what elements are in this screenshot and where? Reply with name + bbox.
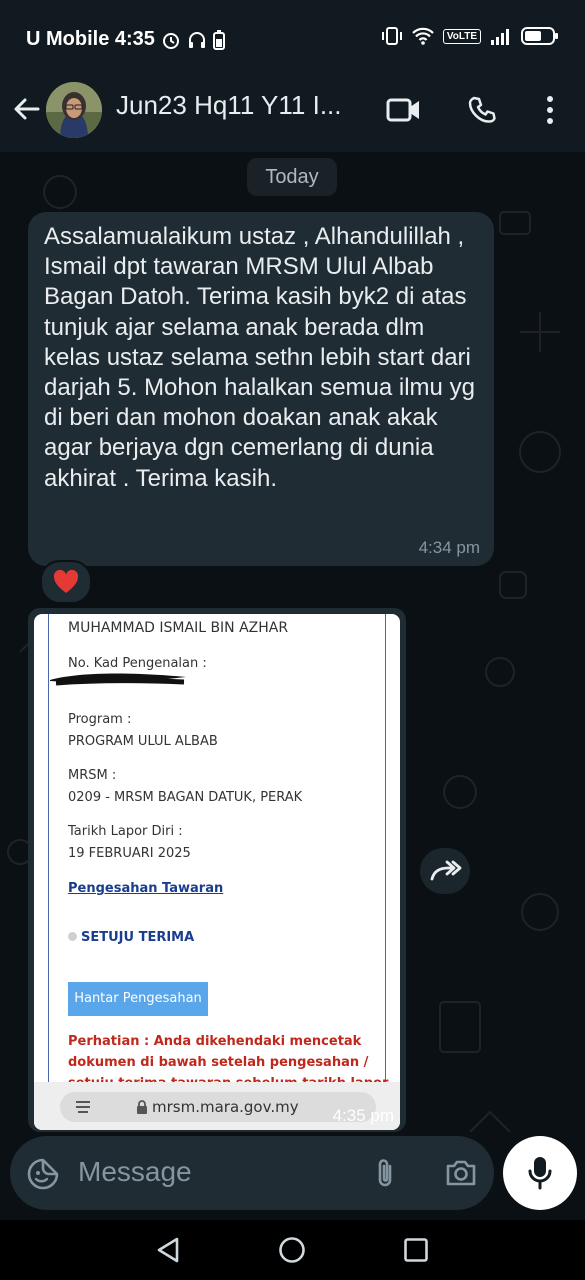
vibrate-icon bbox=[381, 27, 402, 45]
doc-agree-label: SETUJU TERIMA bbox=[81, 930, 195, 945]
incoming-message-bubble[interactable]: Assalamualaikum ustaz , Alhandulillah , … bbox=[28, 212, 494, 566]
nav-home-icon[interactable] bbox=[278, 1236, 306, 1264]
sticker-emoji-icon[interactable] bbox=[26, 1157, 60, 1191]
message-text: Assalamualaikum ustaz , Alhandulillah , … bbox=[44, 223, 475, 492]
microphone-icon bbox=[528, 1157, 552, 1190]
alarm-icon bbox=[162, 32, 179, 49]
status-left: U Mobile 4:35 bbox=[26, 28, 225, 51]
lock-icon bbox=[137, 1100, 147, 1114]
message-placeholder: Message bbox=[78, 1156, 192, 1187]
doc-mrsm-label: MRSM : bbox=[68, 768, 117, 783]
back-button[interactable] bbox=[10, 92, 44, 126]
headphones-icon bbox=[188, 31, 205, 48]
system-nav-bar bbox=[0, 1220, 585, 1280]
contact-avatar[interactable] bbox=[46, 82, 102, 138]
input-bar: Message bbox=[0, 1132, 585, 1220]
video-call-button[interactable] bbox=[384, 90, 424, 130]
wifi-icon bbox=[412, 27, 434, 45]
tabs-icon bbox=[76, 1101, 90, 1113]
doc-warning-2: dokumen di bawah setelah pengesahan / bbox=[68, 1055, 369, 1070]
message-time: 4:34 pm bbox=[418, 538, 480, 557]
radio-icon bbox=[68, 932, 77, 941]
doc-agree-option: SETUJU TERIMA bbox=[68, 930, 194, 945]
doc-date-label: Tarikh Lapor Diri : bbox=[68, 824, 183, 839]
doc-program-label: Program : bbox=[68, 712, 132, 727]
camera-icon[interactable] bbox=[444, 1158, 478, 1188]
nav-back-icon[interactable] bbox=[155, 1236, 181, 1264]
image-message-time: 4:35 pm bbox=[332, 1106, 394, 1125]
reaction-badge[interactable] bbox=[40, 560, 92, 604]
doc-confirm-link: Pengesahan Tawaran bbox=[68, 881, 224, 896]
shared-screenshot[interactable]: MUHAMMAD ISMAIL BIN AZHAR No. Kad Pengen… bbox=[34, 614, 400, 1130]
video-camera-icon bbox=[386, 98, 419, 122]
doc-name: MUHAMMAD ISMAIL BIN AZHAR bbox=[68, 620, 289, 636]
forward-icon bbox=[430, 860, 462, 881]
voice-message-button[interactable] bbox=[503, 1136, 577, 1210]
doc-warning-1: Perhatian : Anda dikehendaki mencetak bbox=[68, 1034, 362, 1049]
battery-icon bbox=[521, 27, 558, 45]
nav-recents-icon[interactable] bbox=[403, 1237, 429, 1263]
status-bar: U Mobile 4:35 VoLTE bbox=[0, 0, 585, 80]
date-chip: Today bbox=[247, 158, 337, 196]
doc-submit-button: Hantar Pengesahan bbox=[68, 982, 208, 1016]
more-vertical-icon bbox=[547, 96, 553, 124]
carrier-time: U Mobile 4:35 bbox=[26, 28, 155, 50]
forward-button[interactable] bbox=[420, 848, 470, 894]
voice-call-button[interactable] bbox=[462, 90, 502, 130]
back-arrow-icon bbox=[14, 98, 40, 120]
doc-program-value: PROGRAM ULUL ALBAB bbox=[68, 734, 218, 749]
chat-title[interactable]: Jun23 Hq11 Y11 I... bbox=[116, 90, 366, 121]
phone-icon bbox=[468, 96, 496, 123]
battery-small-icon bbox=[212, 29, 225, 50]
url-text: mrsm.mara.gov.my bbox=[152, 1098, 299, 1116]
more-options-button[interactable] bbox=[530, 90, 570, 130]
chat-area[interactable]: Today Assalamualaikum ustaz , Alhandulil… bbox=[0, 152, 585, 1220]
attach-icon[interactable] bbox=[372, 1156, 398, 1190]
image-message-bubble[interactable]: MUHAMMAD ISMAIL BIN AZHAR No. Kad Pengen… bbox=[28, 608, 406, 1132]
doc-mrsm-value: 0209 - MRSM BAGAN DATUK, PERAK bbox=[68, 790, 303, 805]
chat-header: Jun23 Hq11 Y11 I... bbox=[0, 80, 585, 152]
message-input[interactable]: Message bbox=[10, 1136, 494, 1210]
heart-icon bbox=[53, 569, 79, 593]
status-right: VoLTE bbox=[381, 26, 559, 46]
redaction-mark bbox=[50, 673, 186, 686]
volte-badge: VoLTE bbox=[442, 28, 481, 44]
signal-icon bbox=[491, 29, 509, 45]
url-pill: mrsm.mara.gov.my bbox=[60, 1092, 376, 1122]
doc-date-value: 19 FEBRUARI 2025 bbox=[68, 846, 191, 861]
